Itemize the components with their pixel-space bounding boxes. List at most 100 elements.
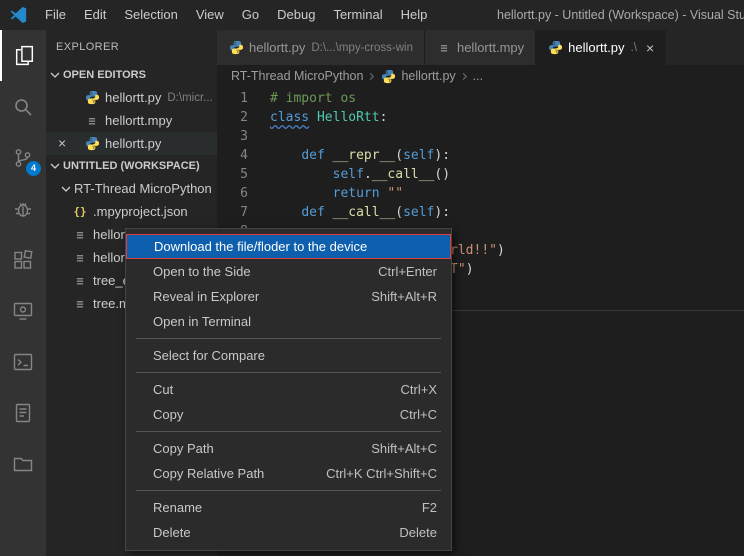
menu-item-shortcut: Ctrl+K Ctrl+Shift+C <box>326 466 437 481</box>
source-control-icon[interactable]: 4 <box>0 132 46 183</box>
tree-file[interactable]: {} .mpyproject.json <box>46 200 217 223</box>
context-menu: Download the file/floder to the device Op… <box>125 228 452 551</box>
menu-item-shortcut: Ctrl+X <box>401 382 437 397</box>
extensions-icon[interactable] <box>0 234 46 285</box>
menu-item-label: Copy Path <box>153 441 214 456</box>
workspace-header[interactable]: UNTITLED (WORKSPACE) <box>46 155 217 177</box>
code-line: 7 def __call__(self): <box>217 203 744 222</box>
breadcrumb-label: hellortt.py <box>401 69 455 83</box>
chevron-down-icon <box>47 67 63 83</box>
editor-tab[interactable]: hellortt.pyD:\...\mpy-cross-win <box>217 30 425 65</box>
tab-label: hellortt.py <box>568 40 624 55</box>
menu-help[interactable]: Help <box>392 0 437 30</box>
menu-view[interactable]: View <box>187 0 233 30</box>
menu-selection[interactable]: Selection <box>115 0 186 30</box>
menu-item-label: Select for Compare <box>153 348 265 363</box>
mpy-file-icon: ≡ <box>436 40 452 56</box>
menu-item-label: Download the file/floder to the device <box>154 239 367 254</box>
tab-path: D:\...\mpy-cross-win <box>311 42 413 54</box>
code-line: 2class HelloRtt: <box>217 108 744 127</box>
context-menu-item[interactable]: Reveal in Explorer Shift+Alt+R <box>126 284 451 309</box>
explorer-icon[interactable] <box>0 30 46 81</box>
menu-item-label: Rename <box>153 500 202 515</box>
menu-item-shortcut: Shift+Alt+R <box>371 289 437 304</box>
close-icon[interactable]: × <box>58 132 66 155</box>
code-line: 1# import os <box>217 89 744 108</box>
menu-debug[interactable]: Debug <box>268 0 324 30</box>
json-file-icon: {} <box>72 204 88 220</box>
close-icon[interactable]: × <box>646 40 654 56</box>
tree-file-name: .mpyproject.json <box>93 204 188 219</box>
code-line: 5 self.__call__() <box>217 165 744 184</box>
editor-tab[interactable]: hellortt.py.\× <box>536 30 666 65</box>
editor-tab[interactable]: ≡ hellortt.mpy <box>425 30 536 65</box>
breadcrumb-item[interactable]: ... <box>473 69 483 83</box>
context-menu-item[interactable]: DeleteDelete <box>126 520 451 545</box>
menu-item-label: Cut <box>153 382 173 397</box>
menu-item-shortcut: Ctrl+Enter <box>378 264 437 279</box>
open-editor-path: D:\micr... <box>167 92 212 104</box>
open-editor-name: hellortt.mpy <box>105 113 172 128</box>
tab-bar: hellortt.pyD:\...\mpy-cross-win≡hellortt… <box>217 30 744 65</box>
source-control-badge: 4 <box>26 161 41 176</box>
open-editor-item[interactable]: hellortt.pyD:\micr... <box>46 86 217 109</box>
folder-icon[interactable] <box>0 438 46 489</box>
menu-separator <box>136 490 441 491</box>
tab-label: hellortt.mpy <box>457 40 524 55</box>
mpy-file-icon: ≡ <box>72 273 88 289</box>
context-menu-item[interactable]: Rename F2 <box>126 495 451 520</box>
code-text <box>262 127 270 146</box>
search-icon[interactable] <box>0 81 46 132</box>
menu-item-shortcut: F2 <box>422 500 437 515</box>
code-text: # import os <box>262 89 356 108</box>
terminal-icon[interactable] <box>0 336 46 387</box>
context-menu-item[interactable]: CopyCtrl+C <box>126 402 451 427</box>
code-text: return "" <box>262 184 403 203</box>
tree-folder[interactable]: RT-Thread MicroPython <box>46 177 217 200</box>
menu-item-label: Open in Terminal <box>153 314 251 329</box>
context-menu-item[interactable]: Copy Relative PathCtrl+K Ctrl+Shift+C <box>126 461 451 486</box>
menu-item-label: Copy <box>153 407 183 422</box>
menu-separator <box>136 431 441 432</box>
context-menu-item[interactable]: Select for Compare <box>126 343 451 368</box>
context-menu-item[interactable]: Copy PathShift+Alt+C <box>126 436 451 461</box>
open-editors-list: hellortt.pyD:\micr...≡hellortt.mpy×hello… <box>46 86 217 155</box>
menu-item-label: Reveal in Explorer <box>153 289 259 304</box>
workspace-label: UNTITLED (WORKSPACE) <box>63 160 200 172</box>
line-number: 1 <box>217 89 262 108</box>
chevron-down-icon <box>58 181 74 197</box>
context-menu-item[interactable]: Download the file/floder to the device <box>126 234 451 259</box>
context-menu-item[interactable]: Cut Ctrl+X <box>126 377 451 402</box>
output-icon[interactable] <box>0 387 46 438</box>
chevron-right-icon <box>459 71 470 82</box>
sidebar-title: EXPLORER <box>46 30 217 64</box>
line-number: 2 <box>217 108 262 127</box>
line-number: 4 <box>217 146 262 165</box>
breadcrumb-label: ... <box>473 69 483 83</box>
breadcrumb[interactable]: RT-Thread MicroPython hellortt.py... <box>217 65 744 87</box>
open-editors-header[interactable]: OPEN EDITORS <box>46 64 217 86</box>
line-number: 5 <box>217 165 262 184</box>
device-icon[interactable] <box>0 285 46 336</box>
menu-item-label: Delete <box>153 525 191 540</box>
context-menu-item[interactable]: Open in Terminal <box>126 309 451 334</box>
tree-folder-name: RT-Thread MicroPython <box>74 181 212 196</box>
menu-go[interactable]: Go <box>233 0 268 30</box>
line-number: 7 <box>217 203 262 222</box>
breadcrumb-item[interactable]: RT-Thread MicroPython <box>231 69 363 83</box>
menu-terminal[interactable]: Terminal <box>324 0 391 30</box>
debug-icon[interactable] <box>0 183 46 234</box>
context-menu-item[interactable]: Open to the SideCtrl+Enter <box>126 259 451 284</box>
breadcrumb-item[interactable]: hellortt.py <box>380 68 455 84</box>
menu-edit[interactable]: Edit <box>75 0 115 30</box>
open-editor-item[interactable]: ×hellortt.py <box>46 132 217 155</box>
menu-file[interactable]: File <box>36 0 75 30</box>
code-line: 6 return "" <box>217 184 744 203</box>
line-number: 6 <box>217 184 262 203</box>
code-line: 4 def __repr__(self): <box>217 146 744 165</box>
menu-separator <box>136 338 441 339</box>
code-line: 3 <box>217 127 744 146</box>
menu-separator <box>136 372 441 373</box>
open-editor-item[interactable]: ≡hellortt.mpy <box>46 109 217 132</box>
title-bar: FileEditSelectionViewGoDebugTerminalHelp… <box>0 0 744 30</box>
